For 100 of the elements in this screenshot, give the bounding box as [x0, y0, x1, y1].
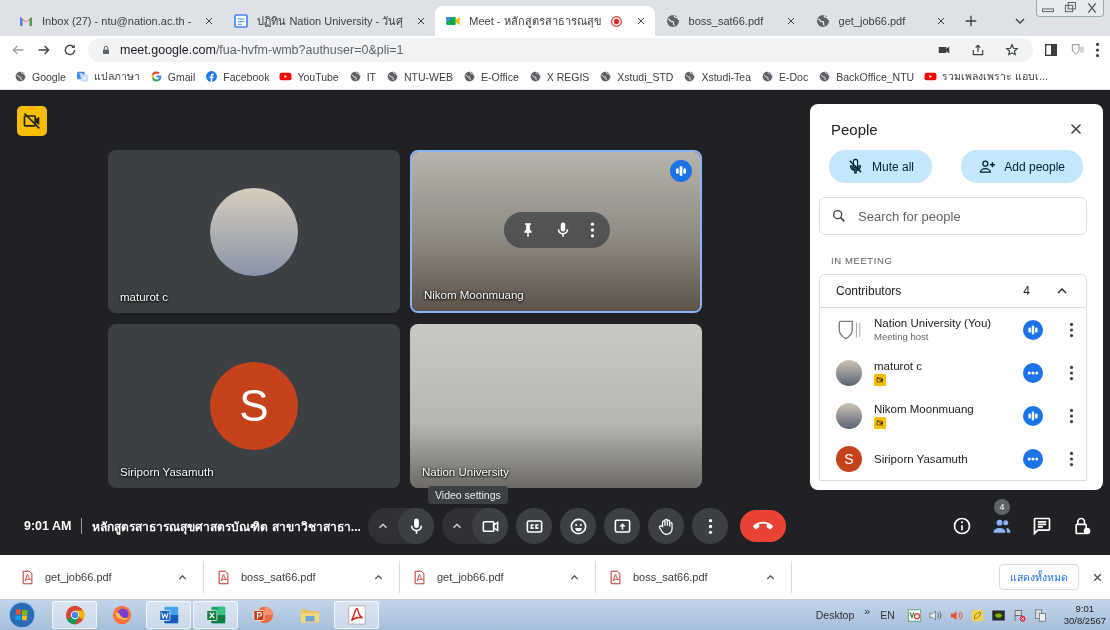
browser-tab[interactable]: ปฏิทิน Nation University - วันศุ: [223, 6, 436, 36]
pdf-file-icon: [608, 569, 623, 585]
menu-icon[interactable]: [1095, 42, 1100, 58]
bookmark-link[interactable]: Google: [14, 70, 66, 83]
network-icon[interactable]: [1032, 607, 1048, 623]
address-bar[interactable]: meet.google.com/fua-hvfm-wmb?authuser=0&pli=1: [88, 38, 1033, 62]
more-options-icon[interactable]: [1069, 450, 1074, 467]
raise-hand-button[interactable]: [648, 508, 684, 544]
bookmark-link[interactable]: Xstudi-Tea: [683, 70, 751, 83]
pdf-file-icon: [412, 569, 427, 585]
bookmark-star-icon[interactable]: [1005, 43, 1019, 57]
lock-icon: [100, 44, 112, 56]
audio-level-icon: [670, 160, 692, 182]
tray-app-icon[interactable]: [906, 607, 922, 623]
globe-icon: [599, 70, 613, 83]
globe-icon: [386, 70, 399, 83]
meeting-time: 9:01 AM: [24, 519, 72, 533]
pdf-file-icon: [20, 569, 35, 585]
tooltip: Video settings: [428, 486, 508, 504]
info-icon[interactable]: [952, 516, 972, 536]
bookmark-link[interactable]: IT: [348, 70, 376, 83]
mic-off-icon: [847, 158, 864, 175]
host-lock-icon[interactable]: [1072, 516, 1092, 536]
f-logo-icon: [205, 70, 219, 83]
chat-icon[interactable]: [1032, 516, 1052, 536]
bookmark-link[interactable]: X REGIS: [528, 70, 590, 83]
add-people-button[interactable]: Add people: [961, 150, 1083, 183]
globe-icon: [818, 70, 832, 83]
browser-tab[interactable]: boss_sat66.pdf: [654, 6, 805, 36]
section-label: IN MEETING: [831, 255, 894, 266]
play-button-icon: [924, 70, 938, 83]
bookmark-link[interactable]: Facebook: [205, 70, 270, 83]
camera-button[interactable]: [472, 508, 508, 544]
play-button-icon: [279, 70, 293, 83]
browser-tab[interactable]: get_job66.pdf: [804, 6, 955, 36]
participant-name: Nikom Moonmuang: [424, 289, 524, 301]
pdf-file-icon: [216, 569, 231, 585]
bookmark-link[interactable]: E-Office: [463, 70, 519, 83]
browser-tab[interactable]: Meet - หลักสูตรสาธารณสุข: [435, 6, 655, 36]
start-orb-icon[interactable]: [8, 601, 36, 629]
more-options-icon[interactable]: [1069, 407, 1074, 424]
taskbar-button[interactable]: [146, 601, 191, 629]
clock-date[interactable]: 30/8/2567: [1063, 615, 1106, 627]
contributors-header[interactable]: Contributors 4: [820, 275, 1086, 308]
globe-icon: [683, 70, 697, 83]
avatar-placeholder: [836, 402, 862, 429]
microphone-button[interactable]: [398, 508, 434, 544]
download-item[interactable]: get_job66.pdf: [16, 561, 204, 593]
participant-name: Siriporn Yasamuth: [120, 466, 214, 478]
participant-name: Nikom Moonmuang: [874, 402, 974, 415]
bookmark-link[interactable]: E-Doc: [761, 70, 809, 83]
more-options-button[interactable]: [692, 508, 728, 544]
globe-icon: [664, 13, 681, 29]
bookmark-link[interactable]: Gmail: [149, 70, 196, 83]
taskbar-button[interactable]: [334, 601, 379, 629]
mute-all-button[interactable]: Mute all: [829, 150, 933, 183]
reload-icon[interactable]: [62, 42, 78, 58]
avatar-initial: S: [836, 445, 862, 472]
bookmark-link[interactable]: Xstudi_STD: [599, 70, 674, 83]
captions-button[interactable]: [516, 508, 552, 544]
participant-name: Siriporn Yasamuth: [874, 452, 968, 465]
more-options-icon[interactable]: [1069, 321, 1074, 338]
more-options-icon[interactable]: [1069, 364, 1074, 381]
taskbar-button[interactable]: [52, 601, 97, 629]
pdf-app-icon: [345, 604, 368, 626]
search-field[interactable]: Search for people: [819, 197, 1087, 235]
bookmark-link[interactable]: BackOffice_NTU: [818, 70, 915, 83]
bookmark-link[interactable]: รวมเพลงเพราะ แอบเ...: [924, 68, 1048, 85]
globe-icon: [463, 70, 476, 83]
bookmark-link[interactable]: YouTube: [279, 70, 339, 83]
show-all-button[interactable]: แสดงทั้งหมด: [999, 564, 1079, 590]
bookmark-link[interactable]: แปลภาษา: [75, 68, 140, 85]
browser-tab[interactable]: Inbox (27) - ntu@nation.ac.th -: [8, 6, 224, 36]
language-indicator[interactable]: EN: [880, 609, 895, 621]
share-icon[interactable]: [971, 43, 985, 57]
panel-title: People: [831, 120, 878, 138]
present-button[interactable]: [604, 508, 640, 544]
participant-name: maturot c: [120, 291, 168, 303]
flag-icon[interactable]: [1011, 607, 1027, 623]
globe-icon: [814, 13, 831, 29]
download-item[interactable]: boss_sat66.pdf: [212, 561, 400, 593]
leave-call-button[interactable]: [740, 510, 786, 542]
participant-name: Nation University (You): [874, 317, 992, 329]
globe-icon: [761, 70, 774, 83]
camera-off-icon[interactable]: [17, 106, 47, 136]
side-panel-icon[interactable]: [1043, 42, 1059, 58]
reactions-button[interactable]: [560, 508, 596, 544]
bookmark-link[interactable]: NTU-WEB: [386, 70, 453, 83]
download-item[interactable]: boss_sat66.pdf: [604, 561, 792, 593]
taskbar-button[interactable]: [193, 601, 238, 629]
more-options-icon[interactable]: [590, 221, 596, 239]
url-text: meet.google.com/fua-hvfm-wmb?authuser=0&pli=1: [120, 43, 404, 57]
toolbar-chevron[interactable]: »: [864, 605, 871, 617]
participant-count-badge: 4: [994, 499, 1010, 515]
download-item[interactable]: get_job66.pdf: [408, 561, 596, 593]
desktop-toolbar-label[interactable]: Desktop: [815, 609, 855, 621]
shield-extension-icon[interactable]: [1069, 42, 1085, 58]
hand-icon: [656, 516, 676, 536]
clock-time[interactable]: 9:01: [1075, 603, 1095, 615]
speaker-icon[interactable]: [927, 607, 943, 623]
